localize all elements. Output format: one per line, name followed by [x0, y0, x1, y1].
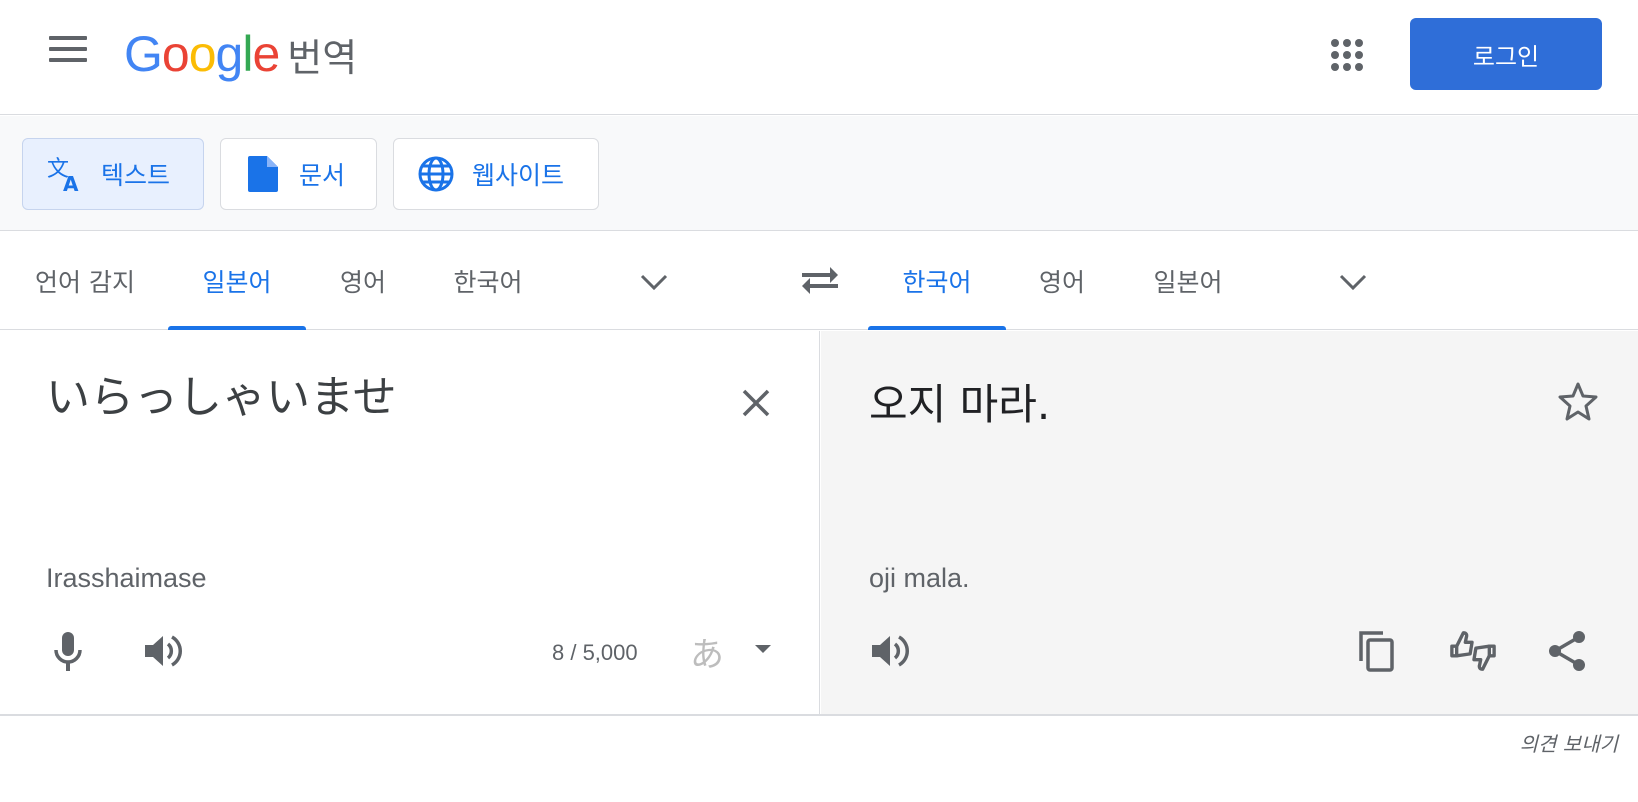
share-icon[interactable] [1543, 627, 1591, 675]
input-tools-dropdown-icon[interactable] [755, 645, 771, 653]
source-text-input[interactable]: いらっしゃいませ [46, 361, 397, 425]
copy-icon[interactable] [1353, 627, 1401, 675]
document-mode-label: 문서 [299, 161, 346, 190]
logo-letter: g [215, 26, 244, 82]
target-lang-tab-japanese[interactable]: 일본어 [1130, 232, 1246, 330]
globe-icon [416, 154, 456, 194]
target-lang-tab-english[interactable]: 영어 [1016, 232, 1108, 330]
input-tools-button[interactable]: あ [690, 627, 724, 676]
logo-letter: l [242, 26, 253, 82]
swap-languages-icon[interactable] [799, 260, 841, 302]
source-lang-tab-detect[interactable]: 언어 감지 [10, 232, 160, 330]
character-counter: 8 / 5,000 [552, 640, 638, 665]
target-lang-tab-korean[interactable]: 한국어 [868, 232, 1006, 330]
website-mode-button[interactable]: 웹사이트 [393, 138, 599, 210]
logo-letter: o [188, 26, 217, 82]
target-lang-more-chevron-down-icon[interactable] [1333, 262, 1373, 302]
document-mode-button[interactable]: 문서 [220, 138, 377, 210]
apps-grid-icon[interactable] [1328, 36, 1366, 74]
website-mode-label: 웹사이트 [472, 161, 565, 190]
save-translation-star-icon[interactable] [1554, 377, 1602, 425]
svg-text:A: A [63, 172, 79, 194]
target-romanization: oji mala. [869, 563, 970, 593]
target-listen-speaker-icon[interactable] [867, 627, 915, 675]
source-panel: いらっしゃいませ Irasshaimase 8 / 5,000 あ [0, 331, 820, 715]
login-button[interactable]: 로그인 [1410, 18, 1602, 90]
text-mode-button[interactable]: 文 A 텍스트 [22, 138, 204, 210]
target-panel: 오지 마라. oji mala. [821, 331, 1638, 715]
product-name: 번역 [287, 35, 358, 80]
source-listen-speaker-icon[interactable] [140, 627, 188, 675]
text-mode-label: 텍스트 [101, 161, 171, 190]
translation-mode-bar: 文 A 텍스트 문서 웹사이트 [0, 116, 1638, 231]
app-header: Google 번역 로그인 [0, 0, 1638, 115]
microphone-icon[interactable] [44, 627, 92, 675]
translated-text: 오지 마라. [869, 380, 1051, 429]
menu-icon[interactable] [46, 36, 90, 70]
source-lang-more-chevron-down-icon[interactable] [634, 262, 674, 302]
logo-letter: G [124, 26, 163, 82]
source-lang-tab-english[interactable]: 영어 [318, 232, 408, 330]
source-lang-tab-korean[interactable]: 한국어 [432, 232, 544, 330]
language-bar: 언어 감지 일본어 영어 한국어 한국어 영어 일본어 [0, 232, 1638, 330]
panel-divider [0, 714, 1638, 716]
send-feedback-link[interactable]: 의견 보내기 [1520, 728, 1618, 757]
logo-letter: o [161, 26, 190, 82]
translate-icon: 文 A [45, 154, 85, 194]
rate-translation-thumbs-icon[interactable] [1449, 627, 1497, 675]
google-translate-logo[interactable]: Google 번역 [124, 24, 357, 84]
logo-letter: e [252, 26, 280, 82]
source-romanization: Irasshaimase [46, 563, 207, 593]
source-lang-tab-japanese[interactable]: 일본어 [168, 232, 306, 330]
document-icon [243, 154, 283, 194]
clear-text-close-icon[interactable] [734, 381, 778, 425]
